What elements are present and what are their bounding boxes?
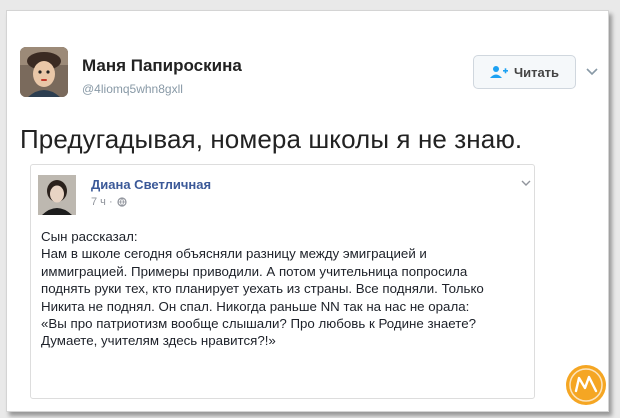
author-name[interactable]: Маня Папироскина	[82, 56, 242, 76]
quoted-post-time[interactable]: 7 ч ·	[91, 196, 113, 208]
follow-button-label: Читать	[513, 64, 560, 80]
quoted-post-line: Думаете, учителям здесь нравится?!»	[41, 333, 276, 349]
site-logo	[566, 365, 606, 405]
quoted-post-line: «Вы про патриотизм вообще слышали? Про л…	[41, 316, 476, 332]
quoted-post-line: Никита не поднял. Он спал. Никогда раньш…	[41, 298, 470, 314]
quoted-post-line: иммиграцией. Примеры приводили. А потом …	[41, 263, 468, 279]
chevron-down-icon[interactable]	[585, 65, 599, 79]
tweet-text: Предугадывая, номера школы я не знаю.	[20, 124, 523, 154]
quoted-post-meta: 7 ч ·	[91, 196, 127, 208]
follow-button[interactable]: Читать	[473, 55, 576, 89]
quoted-post-menu-chevron-icon[interactable]	[521, 178, 531, 188]
quoted-post[interactable]: Диана Светличная 7 ч · Сын рассказал: На…	[30, 164, 535, 399]
quoted-post-line: Сын рассказал:	[41, 229, 138, 244]
quoted-author-name[interactable]: Диана Светличная	[91, 177, 211, 192]
add-user-icon	[489, 66, 508, 78]
quoted-post-body: Сын рассказал: Нам в школе сегодня объяс…	[41, 228, 521, 350]
globe-icon	[117, 197, 127, 207]
tweet-card: Маня Папироскина @4liomq5whn8gxll Читать…	[6, 10, 609, 412]
author-avatar[interactable]	[20, 47, 68, 97]
quoted-author-avatar[interactable]	[38, 175, 76, 215]
quoted-post-line: поднять руки тех, кто планирует уехать и…	[41, 281, 484, 297]
quoted-post-line: Нам в школе сегодня объясняли разницу ме…	[41, 246, 427, 262]
author-handle[interactable]: @4liomq5whn8gxll	[82, 82, 183, 96]
